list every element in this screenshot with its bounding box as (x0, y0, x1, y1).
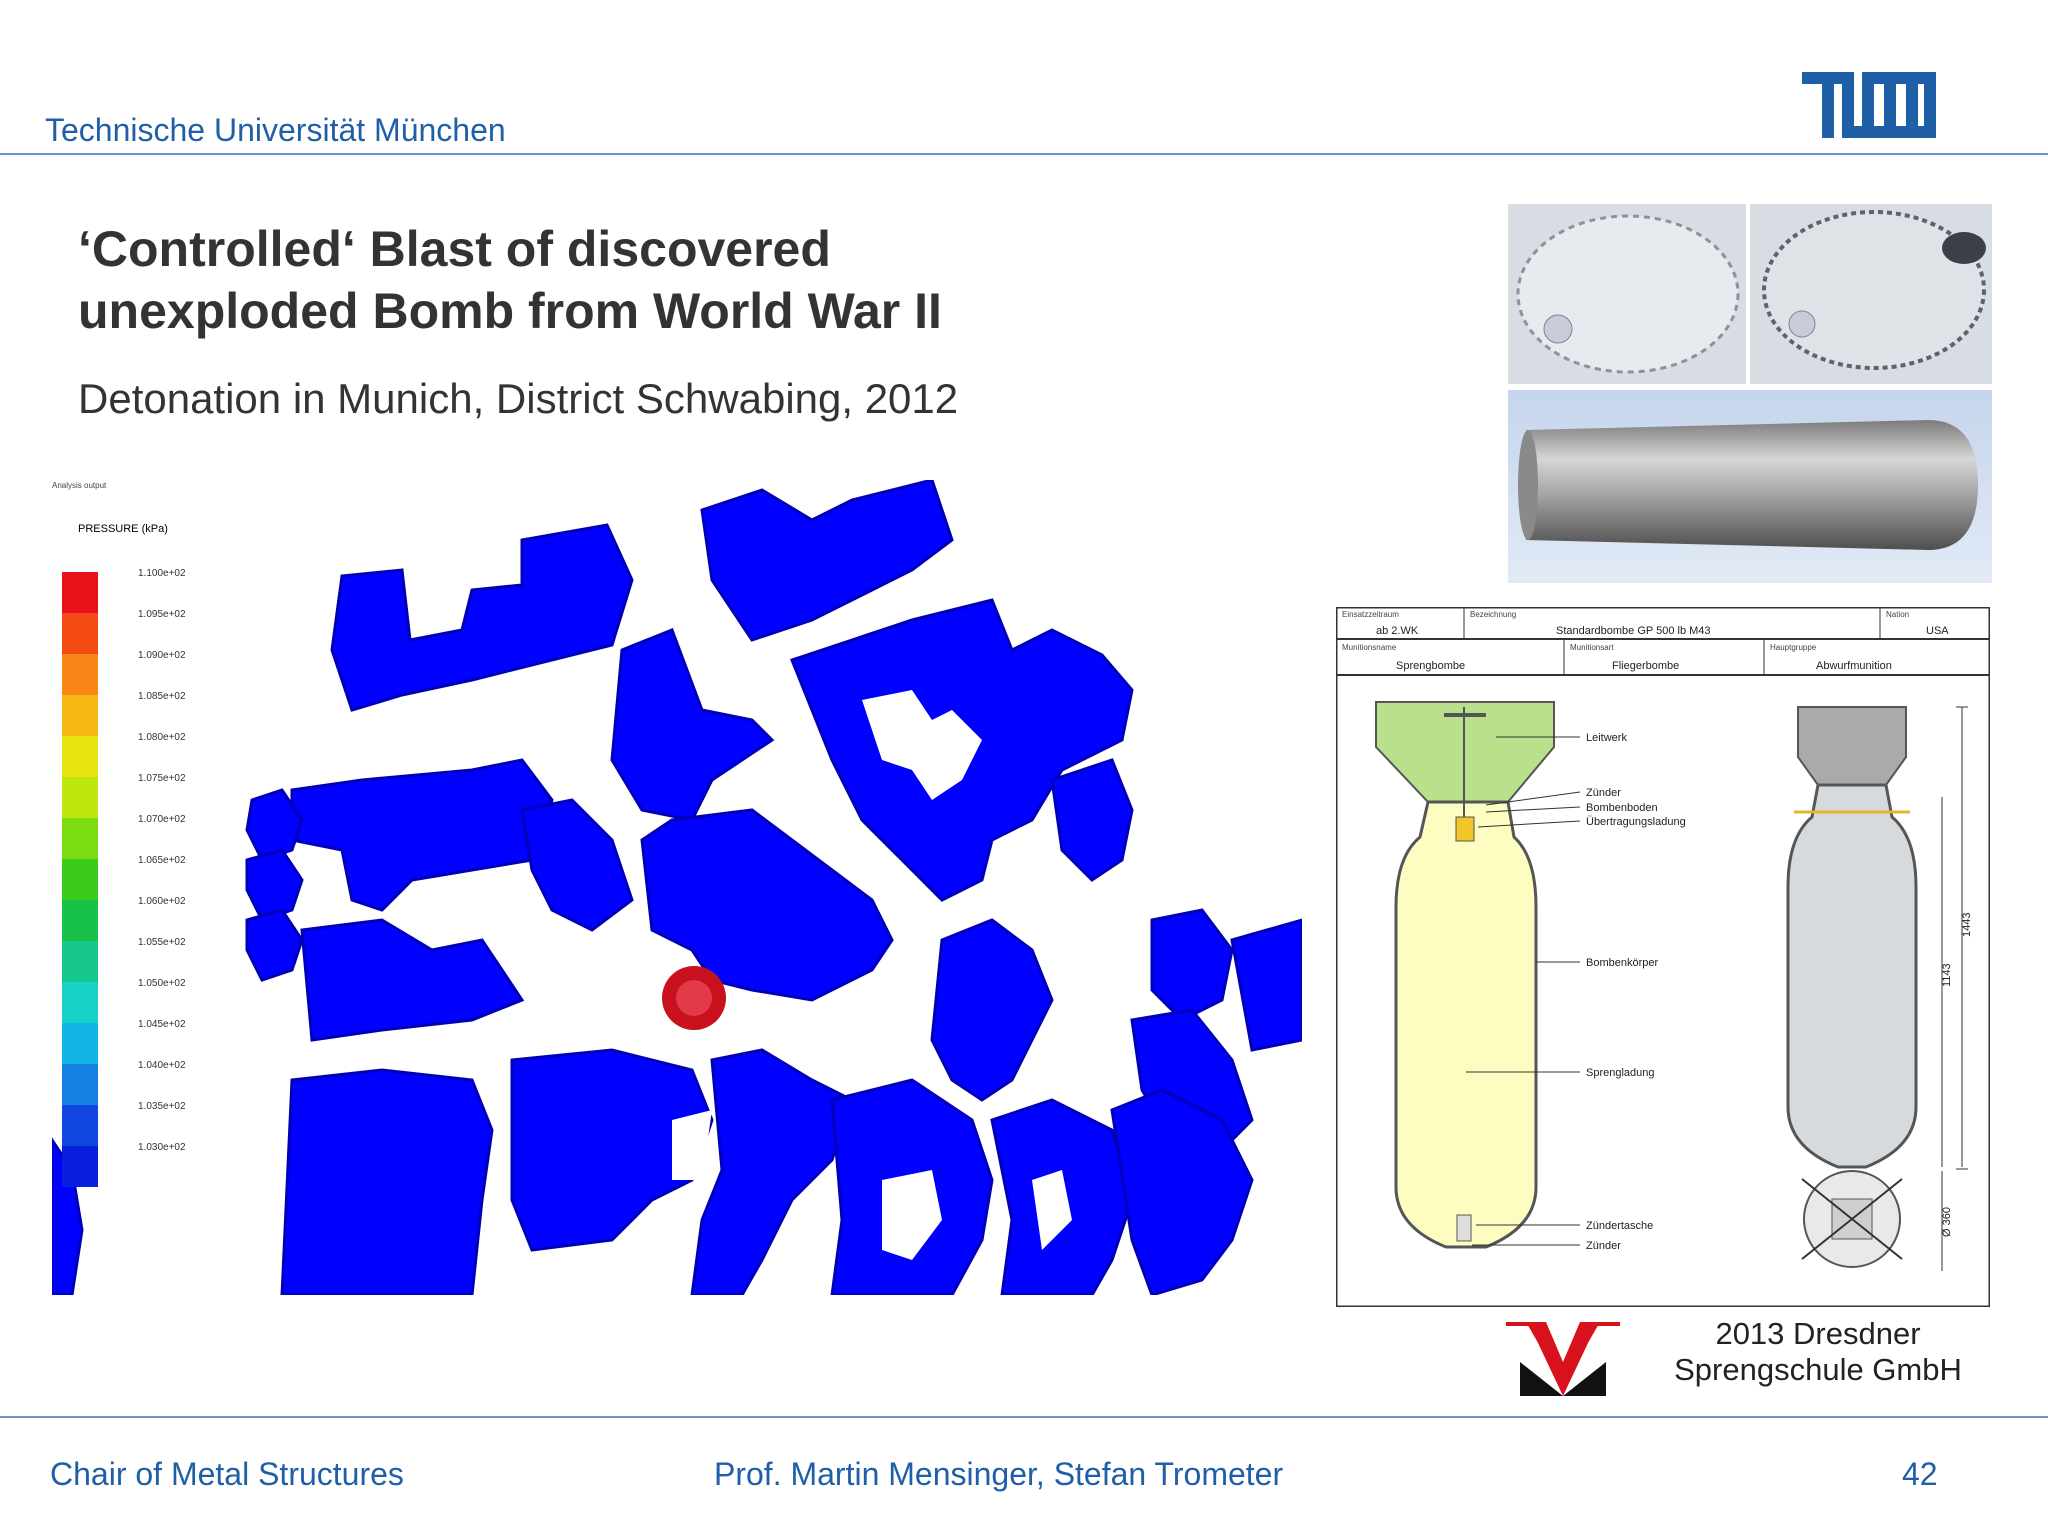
svg-text:Analysis output: Analysis output (52, 481, 107, 490)
legend-value: 1.030e+02 (138, 1142, 186, 1153)
row2-label-3: Hauptgruppe (1770, 643, 1817, 652)
footer-authors: Prof. Martin Mensinger, Stefan Trometer (714, 1456, 1284, 1492)
legend-value: 1.095e+02 (138, 609, 186, 620)
legend-value: 1.080e+02 (138, 732, 186, 743)
legend-swatch (62, 1105, 98, 1146)
legend-swatch (62, 982, 98, 1023)
bomb-cad-render (1508, 390, 1992, 583)
legend-swatch (62, 613, 98, 654)
footer-chair: Chair of Metal Structures (50, 1456, 404, 1492)
part-label-4: Übertragungsladung (1586, 816, 1686, 828)
legend-swatch (62, 818, 98, 859)
legend-swatch (62, 900, 98, 941)
legend-value: 1.035e+02 (138, 1101, 186, 1112)
dim-diameter: Ø 360 (1941, 1207, 1953, 1237)
legend-swatch (62, 695, 98, 736)
legend-value: 1.085e+02 (138, 691, 186, 702)
legend-value: 1.040e+02 (138, 1060, 186, 1071)
legend-swatch (62, 572, 98, 613)
footer-divider (0, 1416, 2048, 1418)
hdr-label-2: Bezeichnung (1470, 610, 1516, 619)
hdr-value-2: Standardbombe GP 500 lb M43 (1556, 625, 1711, 637)
legend-value: 1.045e+02 (138, 1019, 186, 1030)
legend-swatch (62, 736, 98, 777)
legend-swatch (62, 1023, 98, 1064)
row2-label-2: Munitionsart (1570, 643, 1614, 652)
part-label-2: Zünder (1586, 787, 1621, 799)
page-number: 42 (1902, 1456, 1938, 1492)
hdr-value-3: USA (1926, 625, 1949, 637)
image-credit: 2013 Dresdner Sprengschule GmbH (1668, 1316, 1968, 1388)
header-divider (0, 153, 2048, 155)
slide-subtitle: Detonation in Munich, District Schwabing… (78, 375, 959, 422)
city-block-render: PRESSURE (kPa) 1.100e+02 1.095e+02 1.090e+… (52, 480, 1302, 1295)
title-line-1: ‘Controlled‘ Blast of discovered (78, 221, 831, 277)
legend-value: 1.075e+02 (138, 773, 186, 784)
blast-simulation-image: PRESSURE (kPa) 1.100e+02 1.095e+02 1.090e+… (52, 480, 1302, 1295)
legend-value: 1.070e+02 (138, 814, 186, 825)
part-label-8: Zünder (1586, 1240, 1621, 1252)
hdr-label-3: Nation (1886, 610, 1909, 619)
legend-value: 1.060e+02 (138, 896, 186, 907)
part-label-3: Bombenboden (1586, 802, 1658, 814)
dim-body-length: 1143 (1941, 963, 1953, 987)
part-label-1: Leitwerk (1586, 732, 1627, 744)
dim-overall-length: 1443 (1961, 913, 1973, 937)
bomb-technical-drawing: Einsatzzeitraum ab 2.WK Bezeichnung Stan… (1336, 607, 1990, 1307)
legend-swatch (62, 777, 98, 818)
legend-value: 1.100e+02 (138, 568, 186, 579)
legend-title: PRESSURE (kPa) (78, 523, 168, 535)
legend-swatch (62, 859, 98, 900)
legend-value: 1.050e+02 (138, 978, 186, 989)
legend-value: 1.055e+02 (138, 937, 186, 948)
row2-label-1: Munitionsname (1342, 643, 1397, 652)
pressure-legend: 1.100e+02 1.095e+02 1.090e+02 1.085e+02 1.08… (62, 568, 186, 1187)
title-line-2: unexploded Bomb from World War II (78, 283, 942, 339)
credit-line-2: Sprengschule GmbH (1674, 1352, 1962, 1387)
part-label-6: Sprengladung (1586, 1067, 1655, 1079)
crater-photos (1508, 204, 1992, 384)
part-label-7: Zündertasche (1586, 1220, 1653, 1232)
tum-logo (1802, 72, 1936, 138)
hdr-label-1: Einsatzzeitraum (1342, 610, 1399, 619)
row2-value-2: Fliegerbombe (1612, 660, 1679, 672)
legend-swatch (62, 1146, 98, 1187)
credit-line-1: 2013 Dresdner (1715, 1316, 1921, 1351)
legend-swatch (62, 1064, 98, 1105)
row2-value-3: Abwurfmunition (1816, 660, 1892, 672)
row2-value-1: Sprengbombe (1396, 660, 1465, 672)
sprengschule-logo (1506, 1322, 1620, 1396)
legend-value: 1.090e+02 (138, 650, 186, 661)
legend-swatch (62, 941, 98, 982)
institution-name: Technische Universität München (45, 112, 506, 148)
legend-value: 1.065e+02 (138, 855, 186, 866)
legend-swatch (62, 654, 98, 695)
part-label-5: Bombenkörper (1586, 957, 1658, 969)
hdr-value-1: ab 2.WK (1376, 625, 1419, 637)
slide-title: ‘Controlled‘ Blast of discovered unexplo… (78, 218, 1078, 342)
